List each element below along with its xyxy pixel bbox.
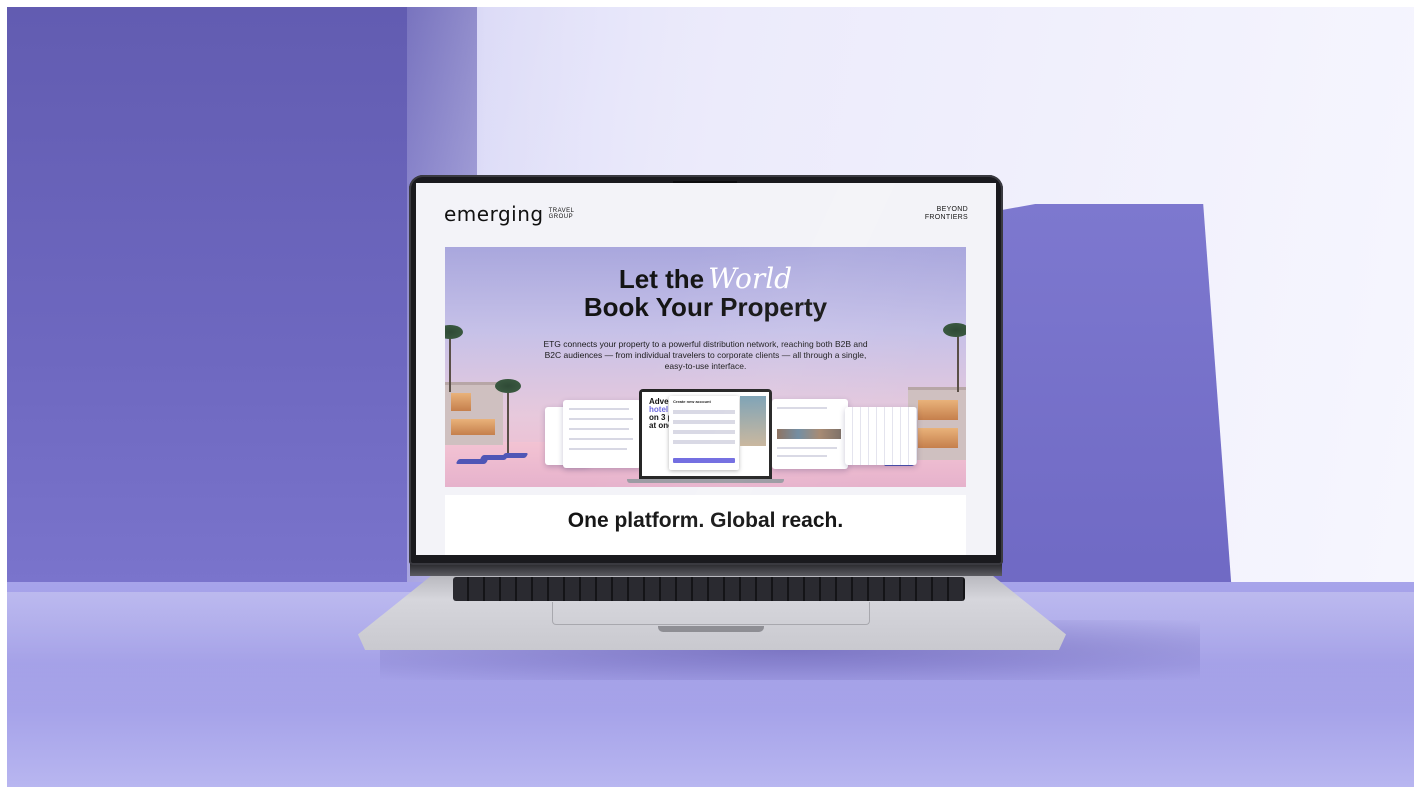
hero-banner: Let the World Book Your Property ETG conn… <box>445 247 966 487</box>
header-tagline: BEYOND FRONTIERS <box>925 206 968 222</box>
tagline-line1: BEYOND <box>936 206 968 213</box>
villa-left-window <box>451 393 471 411</box>
mock-calendar-card <box>845 407 917 465</box>
palm-left <box>495 379 521 393</box>
tagline-line2: FRONTIERS <box>924 214 968 221</box>
mock-line <box>569 448 627 450</box>
site-header: emerging TRAVEL GROUP BEYOND FRONTIERS <box>416 183 996 245</box>
mock-laptop-base <box>627 479 784 483</box>
villa-left-window-2 <box>451 419 495 435</box>
platform-section: One platform. Global reach. <box>445 495 966 555</box>
background-panel <box>992 204 1232 594</box>
logo-subtitle-line2: GROUP <box>548 214 574 220</box>
mock-line <box>777 455 827 457</box>
mock-field <box>673 440 735 444</box>
logo-wordmark: emerging <box>444 202 544 226</box>
laptop-keyboard <box>453 577 965 601</box>
villa-right-window-2 <box>918 428 958 448</box>
hero-title: Let the World Book Your Property <box>445 262 966 322</box>
lounger-3 <box>501 453 529 458</box>
hero-title-script: World <box>708 262 793 295</box>
laptop-front-notch <box>658 626 764 632</box>
mock-line <box>569 438 633 440</box>
brand-logo[interactable]: emerging TRAVEL GROUP <box>444 202 575 226</box>
villa-right-window <box>918 400 958 420</box>
hero-title-part1: Let the <box>618 264 705 294</box>
hero-title-line1: Let the World <box>445 262 966 295</box>
palm-far-left <box>445 325 463 339</box>
hero-description: ETG connects your property to a powerful… <box>543 339 868 371</box>
mock-line <box>569 418 633 420</box>
hero-title-line2: Book Your Property <box>583 292 828 322</box>
logo-subtitle: TRAVEL GROUP <box>549 208 575 220</box>
villa-left <box>445 382 503 445</box>
laptop-lid: emerging TRAVEL GROUP BEYOND FRONTIERS L… <box>409 175 1003 565</box>
mock-modal-title: Create new account <box>673 399 711 404</box>
mock-line <box>777 447 837 449</box>
mock-property-card <box>772 399 848 469</box>
section-title: One platform. Global reach. <box>567 509 844 532</box>
laptop-hinge <box>410 564 1002 576</box>
laptop-screen: emerging TRAVEL GROUP BEYOND FRONTIERS L… <box>416 183 996 555</box>
mock-laptop-screen: Adve hotel on 3 p at onc Create new acco… <box>642 392 769 476</box>
mock-line <box>569 408 629 410</box>
palm-trunk-far-left <box>449 332 451 392</box>
mock-signup-modal: Create new account <box>669 396 739 470</box>
palm-trunk-left <box>507 387 509 457</box>
mock-line <box>777 407 827 409</box>
mock-field <box>673 430 735 434</box>
mock-hotel-photo <box>740 396 766 446</box>
mock-table-card <box>563 400 641 468</box>
mock-submit-button <box>673 458 735 463</box>
mock-field <box>673 420 735 424</box>
palm-trunk-right <box>957 332 959 392</box>
mock-photo-strip <box>777 429 841 439</box>
palm-right <box>943 323 966 337</box>
mock-line <box>569 428 629 430</box>
mock-field <box>673 410 735 414</box>
mock-laptop: Adve hotel on 3 p at onc Create new acco… <box>639 389 772 479</box>
laptop-trackpad <box>552 602 870 625</box>
